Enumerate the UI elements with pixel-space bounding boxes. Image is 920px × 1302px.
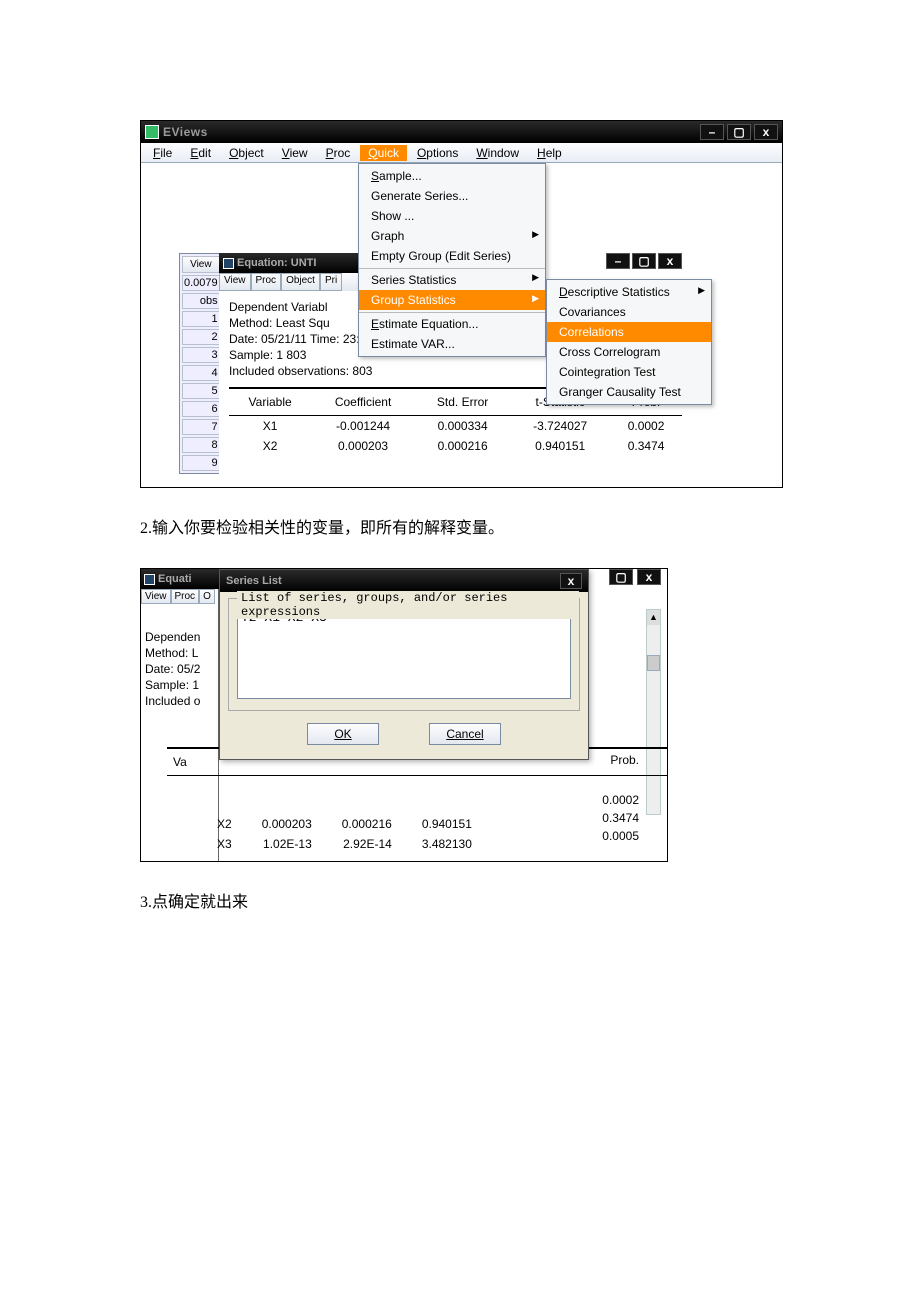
eq-toolbar-object[interactable]: Object	[281, 273, 320, 291]
series-list-dialog: Series List x List of series, groups, an…	[219, 569, 589, 760]
menu-file[interactable]: File	[145, 145, 180, 161]
col-prob-header: Prob.	[602, 751, 639, 769]
mi-series-statistics[interactable]: Series Statistics	[359, 268, 545, 290]
bg-maximize-button[interactable]: ▢	[609, 569, 633, 585]
close-button[interactable]: x	[754, 124, 778, 140]
mi-group-statistics[interactable]: Group Statistics	[359, 290, 545, 310]
menu-proc[interactable]: Proc	[318, 145, 359, 161]
equation-window-titlebar: Equation: UNTI	[219, 253, 361, 273]
group-statistics-submenu: Descriptive Statistics Covariances Corre…	[546, 279, 712, 405]
menu-options[interactable]: Options	[409, 145, 466, 161]
app-icon	[145, 125, 159, 139]
eq-minimize-button[interactable]: –	[606, 253, 630, 269]
ok-button[interactable]: OK	[307, 723, 379, 745]
quick-menu-dropdown: Sample... Generate Series... Show ... Gr…	[358, 163, 546, 357]
bg-sheet-fragment: View 0.0079 obs 1 2 3 4 5 6 7 8 9	[179, 253, 223, 474]
menu-help[interactable]: Help	[529, 145, 570, 161]
mi-correlations[interactable]: Correlations	[547, 322, 711, 342]
bg-toolbar-object[interactable]: O	[199, 589, 215, 604]
mi-granger-causality[interactable]: Granger Causality Test	[547, 382, 711, 402]
mi-generate-series[interactable]: Generate Series...	[359, 186, 545, 206]
mi-show[interactable]: Show ...	[359, 206, 545, 226]
screenshot-series-list-dialog: Equati View Proc O Dependen Method: L Da…	[140, 568, 668, 862]
mi-sample[interactable]: Sample...	[359, 166, 545, 186]
equation-toolbar: View Proc Object Pri	[219, 273, 361, 291]
mi-covariances[interactable]: Covariances	[547, 302, 711, 322]
menubar: File Edit Object View Proc Quick Options…	[141, 143, 782, 163]
mi-graph[interactable]: Graph	[359, 226, 545, 246]
equation-icon	[144, 574, 155, 585]
menu-edit[interactable]: Edit	[182, 145, 219, 161]
eq-toolbar-view[interactable]: View	[219, 273, 251, 291]
bg-toolbar-view[interactable]: View	[141, 589, 171, 604]
maximize-button[interactable]: ▢	[727, 124, 751, 140]
eq-toolbar-print[interactable]: Pri	[320, 273, 342, 291]
dialog-close-button[interactable]: x	[560, 573, 582, 589]
mi-estimate-equation[interactable]: Estimate Equation...	[359, 312, 545, 334]
bg-view-button[interactable]: View	[182, 256, 220, 273]
menu-view[interactable]: View	[274, 145, 316, 161]
dialog-titlebar: Series List x	[220, 570, 588, 592]
eq-close-button[interactable]: x	[658, 253, 682, 269]
mi-empty-group[interactable]: Empty Group (Edit Series)	[359, 246, 545, 266]
app-title: EViews	[163, 125, 696, 139]
app-titlebar: EViews – ▢ x	[141, 121, 782, 143]
table-row: X2 0.000203 0.000216 0.940151	[203, 815, 486, 833]
menu-object[interactable]: Object	[221, 145, 272, 161]
mi-cross-correlogram[interactable]: Cross Correlogram	[547, 342, 711, 362]
eq-toolbar-proc[interactable]: Proc	[251, 273, 282, 291]
mi-descriptive-statistics[interactable]: Descriptive Statistics	[547, 282, 711, 302]
scroll-thumb[interactable]	[647, 655, 660, 671]
menu-quick[interactable]: Quick	[360, 145, 407, 161]
bg-data-rows: X2 0.000203 0.000216 0.940151 X3 1.02E-1…	[201, 813, 488, 855]
eq-maximize-button[interactable]: ▢	[632, 253, 656, 269]
menu-window[interactable]: Window	[468, 145, 527, 161]
equation-icon	[223, 258, 234, 269]
vertical-scrollbar[interactable]: ▲	[646, 609, 661, 815]
table-row: X2 0.000203 0.000216 0.940151 0.3474	[229, 436, 682, 456]
caption-step2: 2.输入你要检验相关性的变量，即所有的解释变量。	[140, 514, 780, 538]
bg-toolbar-proc[interactable]: Proc	[171, 589, 200, 604]
dialog-group-legend: List of series, groups, and/or series ex…	[237, 591, 579, 619]
table-row: X3 1.02E-13 2.92E-14 3.482130	[203, 835, 486, 853]
table-row: X1 -0.001244 0.000334 -3.724027 0.0002	[229, 416, 682, 437]
scroll-up-icon[interactable]: ▲	[647, 610, 660, 625]
caption-step3: 3.点确定就出来	[140, 888, 780, 912]
minimize-button[interactable]: –	[700, 124, 724, 140]
cancel-button[interactable]: Cancel	[429, 723, 501, 745]
series-list-input[interactable]	[237, 607, 571, 699]
screenshot-eviews-menus: EViews – ▢ x File Edit Object View Proc …	[140, 120, 783, 488]
bg-close-button[interactable]: x	[637, 569, 661, 585]
mi-estimate-var[interactable]: Estimate VAR...	[359, 334, 545, 354]
mi-cointegration-test[interactable]: Cointegration Test	[547, 362, 711, 382]
